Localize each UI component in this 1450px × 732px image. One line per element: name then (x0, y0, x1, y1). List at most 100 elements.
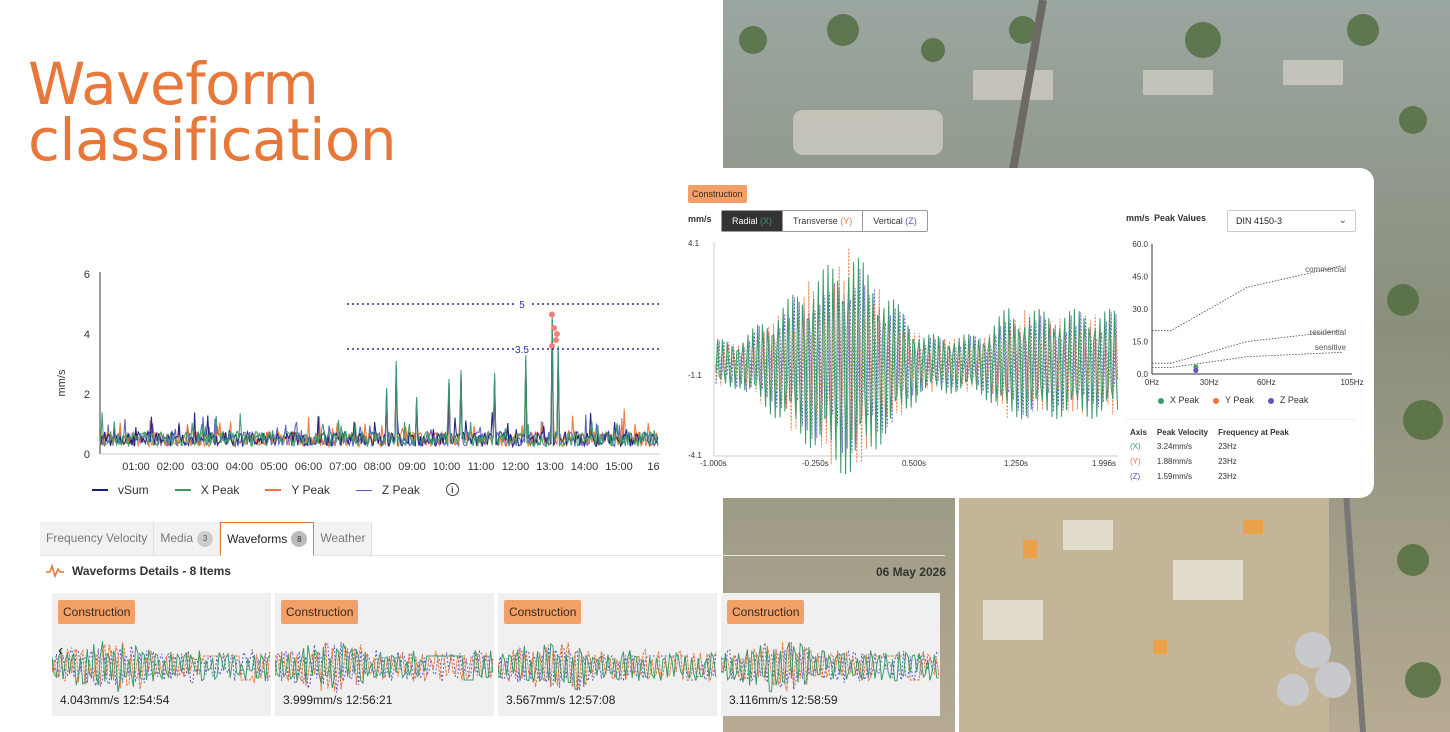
waveform-trace (275, 643, 494, 689)
legend-item-z[interactable]: Z Peak (355, 483, 420, 497)
curve-label: sensitive (1315, 343, 1347, 352)
legend-item-vsum[interactable]: vSum (92, 483, 149, 497)
waveform-card[interactable]: Construction 4.043mm/s 12:54:54 (52, 593, 271, 716)
x-tick-label: 15:00 (605, 461, 633, 473)
tab-media[interactable]: Media 3 (154, 522, 221, 555)
peak-marker[interactable] (553, 337, 559, 343)
curve-label: residential (1310, 328, 1347, 337)
limit-curve (1152, 265, 1343, 332)
threshold-label: 5 (519, 300, 525, 311)
x-tick-label: 12:00 (502, 461, 530, 473)
count-badge: 3 (197, 530, 214, 547)
waveform-detail-panel: Construction mm/s Radial (X) Transverse … (680, 168, 1374, 498)
x-tick-label: 0Hz (1145, 378, 1159, 387)
y-tick-label: 6 (84, 269, 90, 281)
tab-label: Media (160, 531, 194, 545)
tab-frequency-velocity[interactable]: Frequency Velocity (40, 522, 155, 555)
legend-label: Y Peak (1225, 395, 1254, 405)
waveform-chart: 4.1 -1.1 -4.1 -1.000s -0.250s 0.500s 1.2… (688, 239, 1119, 474)
y-tick-label: 4.1 (688, 239, 700, 248)
frequency-cell: 23Hz (1218, 457, 1237, 466)
peak-marker[interactable] (549, 311, 555, 318)
legend-item-x: X Peak (1158, 395, 1199, 405)
peak-marker[interactable] (554, 331, 560, 337)
pv-unit: mm/s (1126, 213, 1150, 223)
wave-unit: mm/s (688, 214, 712, 224)
series-line (99, 334, 659, 449)
details-date: 06 May 2026 (875, 565, 946, 579)
table-row: (X) 3.24mm/s 23Hz (1126, 439, 1295, 454)
y-tick-label: -1.1 (688, 371, 702, 380)
x-tick-label: 13:00 (536, 461, 564, 473)
chevron-left-icon[interactable]: ‹ (58, 642, 63, 660)
x-tick-label: 16 (647, 461, 659, 473)
legend-item-z: Z Peak (1267, 395, 1308, 405)
peak-value: 3.116mm/s 12:58:59 (729, 693, 838, 707)
series-line (99, 312, 659, 448)
threshold-label: 3.5 (515, 345, 529, 356)
waveform-card[interactable]: Construction 3.999mm/s 12:56:21 (275, 593, 494, 716)
waveform-card[interactable]: Construction 3.567mm/s 12:57:08 (498, 593, 717, 716)
tab-label: Frequency Velocity (46, 531, 148, 545)
tab-transverse[interactable]: Transverse (Y) (783, 211, 864, 231)
info-icon[interactable]: i (445, 483, 459, 496)
y-tick-label: 15.0 (1132, 338, 1148, 347)
tab-vertical[interactable]: Vertical (Z) (863, 211, 927, 231)
select-value: DIN 4150-3 (1236, 216, 1283, 226)
tab-label: Weather (320, 531, 366, 545)
y-tick-label: 30.0 (1132, 305, 1148, 314)
axis-cell: (Y) (1130, 457, 1141, 466)
waveform-card[interactable]: Construction 3.116mm/s 12:58:59 (721, 593, 940, 716)
axis-cell: (Z) (1130, 472, 1141, 481)
legend-item-y[interactable]: Y Peak (265, 483, 330, 497)
limit-curve (1152, 351, 1343, 368)
waveform-thumbnail (275, 642, 494, 693)
peak-point[interactable] (1193, 368, 1199, 374)
tab-radial[interactable]: Radial (X) (722, 211, 784, 231)
tab-weather[interactable]: Weather (314, 522, 373, 555)
x-tick-label: 14:00 (571, 461, 599, 473)
tab-waveforms[interactable]: Waveforms 8 (220, 522, 315, 556)
waveform-trace (721, 641, 940, 692)
peak-values-chart: 60.045.030.015.00.00Hz 30Hz 60Hz 105Hzcomme… (1132, 240, 1363, 387)
axis-selector: Radial (X) Transverse (Y) Vertical (Z) (721, 210, 928, 232)
legend-item-y: Y Peak (1213, 395, 1254, 405)
tab-label: Waveforms (227, 531, 288, 546)
title-line-1: Waveform (28, 50, 319, 118)
legend-item-x[interactable]: X Peak (174, 483, 240, 497)
x-tick-label: 07:00 (329, 461, 357, 473)
peak-marker[interactable] (551, 325, 557, 331)
waveform-trace (498, 642, 717, 690)
axis-cell: (X) (1130, 442, 1141, 451)
legend-label: X Peak (1170, 395, 1200, 405)
seg-label: Vertical (873, 216, 903, 226)
page-title: Waveform classification (28, 50, 397, 174)
waveform-icon (46, 564, 64, 578)
y-tick-label: 0 (84, 449, 90, 461)
frequency-cell: 23Hz (1218, 442, 1237, 451)
count-badge: 8 (291, 531, 308, 547)
detail-tabs: Frequency Velocity Media 3 Waveforms 8 Wea… (40, 522, 945, 556)
legend-label: vSum (118, 483, 149, 497)
standard-select[interactable]: DIN 4150-3 ⌄ (1227, 210, 1356, 232)
details-title: Waveforms Details - 8 Items (72, 564, 231, 578)
velocity-cell: 1.88mm/s (1156, 457, 1193, 466)
peak-value: 3.567mm/s 12:57:08 (506, 693, 616, 707)
waveform-card-list: Construction 4.043mm/s 12:54:54 Construc… (52, 593, 940, 716)
series-line (99, 327, 659, 449)
x-tick-label: 1.996s (1092, 459, 1116, 468)
x-tick-label: 04:00 (226, 461, 254, 473)
legend-label: Z Peak (381, 483, 420, 497)
slide: Waveform classification mm/s 0 2 4 6 01:00 0… (0, 0, 1450, 732)
seg-axis: (X) (760, 216, 773, 226)
y-axis-label: mm/s (56, 369, 68, 396)
legend-label: X Peak (200, 483, 240, 497)
x-tick-label: 06:00 (295, 461, 323, 473)
x-tick-label: 01:00 (122, 461, 150, 473)
title-line-2: classification (28, 106, 397, 174)
y-tick-label: 60.0 (1132, 240, 1148, 249)
x-tick-label: 03:00 (191, 461, 219, 473)
velocity-time-chart: mm/s 0 2 4 6 01:00 02:00 03:00 04:00 05:00 06:00… (56, 269, 660, 473)
peak-marker[interactable] (549, 343, 555, 349)
x-tick-label: -0.250s (802, 459, 829, 468)
